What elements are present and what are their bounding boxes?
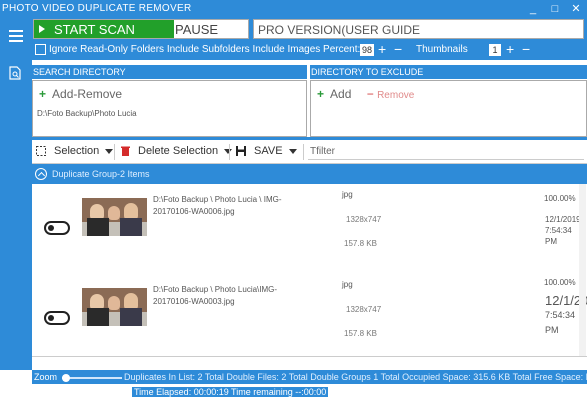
save-icon [236, 146, 246, 157]
ampm-value: PM [545, 325, 559, 335]
table-row[interactable]: D:\Foto Backup \ Photo Lucia\IMG-2017010… [32, 276, 587, 366]
select-toggle[interactable] [44, 221, 70, 235]
add-icon: + [39, 87, 47, 101]
add-icon: + [317, 87, 325, 101]
ignore-readonly-checkbox[interactable] [35, 44, 46, 55]
start-scan-label: START SCAN [54, 22, 135, 37]
percent-plus-button[interactable]: + [378, 41, 386, 57]
thumbnails-plus-button[interactable]: + [506, 41, 514, 57]
search-path-item[interactable]: D:\Foto Backup\Photo Lucia [37, 109, 137, 118]
percent-minus-button[interactable]: − [394, 41, 402, 57]
save-dropdown[interactable]: SAVE [236, 145, 297, 157]
select-dashed-icon [36, 146, 46, 157]
exclude-add-label: Add [330, 87, 352, 101]
add-remove-label: Add-Remove [52, 87, 123, 101]
collapse-icon[interactable] [35, 168, 47, 180]
toolbar: Selection Delete Selection SAVE Tfilter [32, 140, 587, 164]
sidebar [0, 58, 32, 370]
pro-version-label: PRO VERSION(USER GUIDE [258, 23, 421, 37]
date-value: 12/1/2019 [545, 215, 581, 224]
table-row[interactable]: D:\Foto Backup \ Photo Lucia \ IMG-20170… [32, 186, 587, 276]
options-text: Ignore Read-Only Folders Include Subfold… [49, 44, 361, 55]
exclude-add-button[interactable]: + Add − Remove [317, 87, 414, 101]
trash-icon [121, 146, 130, 157]
delete-selection-dropdown[interactable]: Delete Selection [121, 145, 233, 157]
start-scan-button[interactable]: START SCAN [34, 20, 174, 38]
toolbar-divider [229, 144, 230, 160]
minimize-button[interactable]: _ [523, 0, 543, 18]
exclude-remove-button[interactable]: Remove [377, 90, 414, 101]
file-extension: jpg [342, 280, 353, 289]
time-elapsed: Time Elapsed: 00:00:19 Time remaining --… [132, 387, 329, 397]
window-title: PHOTO VIDEO DUPLICATE REMOVER [2, 3, 192, 14]
remove-icon: − [366, 87, 374, 101]
exclude-directory-panel: + Add − Remove [310, 80, 587, 137]
search-add-remove[interactable]: + Add-Remove [39, 87, 122, 101]
search-directory-panel: + Add-Remove D:\Foto Backup\Photo Lucia [32, 80, 307, 137]
time-value: 7:54:34 [545, 310, 576, 320]
horizontal-scrollbar[interactable] [32, 356, 587, 370]
file-extension: jpg [342, 190, 353, 199]
time-bar: Time Elapsed: 00:00:19 Time remaining --… [32, 384, 587, 400]
document-search-icon[interactable] [9, 66, 22, 80]
options-bar: Ignore Read-Only Folders Include Subfold… [32, 40, 587, 60]
file-path: D:\Foto Backup \ Photo Lucia\IMG-2017010… [153, 285, 278, 306]
match-percent: 100.00% [544, 278, 576, 287]
image-dimensions: 1328x747 [346, 215, 382, 224]
zoom-label: Zoom [34, 372, 58, 382]
save-label: SAVE [254, 145, 283, 157]
selection-label: Selection [54, 145, 100, 157]
ampm-value: PM [545, 237, 557, 246]
chevron-down-icon [288, 148, 297, 154]
thumbnails-label: Thumbnails [416, 44, 468, 55]
pro-version-button[interactable]: PRO VERSION(USER GUIDE [253, 19, 584, 39]
scan-control: START SCAN PAUSE [33, 19, 249, 39]
title-bar: PHOTO VIDEO DUPLICATE REMOVER _ □ ✕ [0, 0, 587, 18]
photo-thumbnail[interactable] [82, 198, 147, 236]
hamburger-icon [9, 30, 23, 45]
file-size: 157.8 KB [344, 329, 377, 338]
zoom-slider-handle[interactable] [62, 374, 70, 382]
zoom-slider-track[interactable] [62, 377, 122, 379]
status-bar: Zoom Duplicates In List: 2 Total Double … [32, 370, 587, 384]
delete-selection-label: Delete Selection [138, 145, 219, 157]
filter-input[interactable]: Tfilter [308, 143, 584, 160]
time-value: 7:54:34 [545, 226, 572, 235]
selection-dropdown[interactable]: Selection [36, 145, 114, 157]
duplicates-summary: Duplicates In List: 2 Total Double Files… [124, 372, 587, 382]
file-size: 157.8 KB [344, 239, 377, 248]
duplicate-group-header[interactable]: Duplicate Group-2 Items [32, 164, 587, 184]
play-icon [39, 25, 45, 33]
toolbar-divider [303, 144, 304, 160]
chevron-down-icon [105, 148, 114, 154]
thumbnails-minus-button[interactable]: − [522, 41, 530, 57]
pause-button[interactable]: PAUSE [175, 22, 218, 37]
percent-input[interactable]: 98 [360, 44, 374, 56]
maximize-button[interactable]: □ [545, 0, 565, 18]
match-percent: 100.00% [544, 194, 576, 203]
close-button[interactable]: ✕ [566, 0, 586, 18]
file-path: D:\Foto Backup \ Photo Lucia \ IMG-20170… [153, 195, 282, 216]
file-date: 12/1/2019 7:54:34 PM [545, 214, 581, 247]
menu-button[interactable] [0, 18, 32, 58]
search-directory-header: SEARCH DIRECTORY [32, 65, 307, 79]
vertical-scrollbar[interactable] [579, 184, 586, 356]
photo-thumbnail[interactable] [82, 288, 147, 326]
select-toggle[interactable] [44, 311, 70, 325]
image-dimensions: 1328x747 [346, 305, 382, 314]
thumbnails-input[interactable]: 1 [489, 44, 501, 56]
exclude-directory-header: DIRECTORY TO EXCLUDE [310, 65, 587, 79]
toolbar-divider [114, 144, 115, 160]
group-label: Duplicate Group-2 Items [52, 169, 150, 179]
